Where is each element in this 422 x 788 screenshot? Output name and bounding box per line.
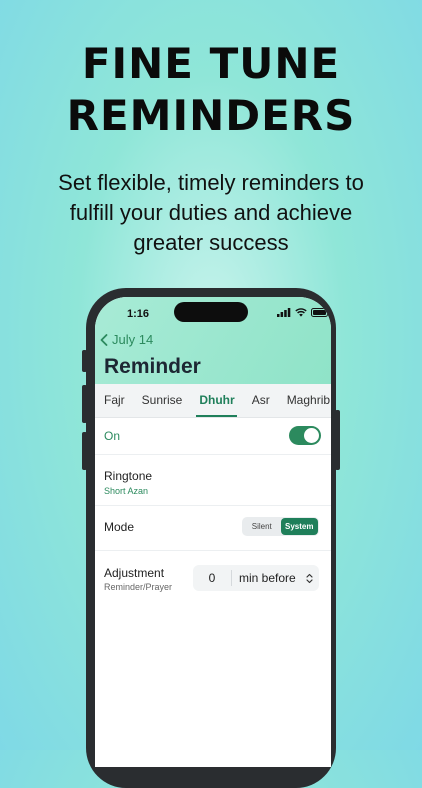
on-row: On [95,418,331,455]
phone-side-button-power [335,410,340,470]
back-button[interactable]: July 14 [100,332,153,347]
ringtone-label: Ringtone [104,469,153,483]
phone-side-button-volume-down [82,432,87,470]
tab-sunrise[interactable]: Sunrise [133,384,191,417]
tab-dhuhr[interactable]: Dhuhr [190,384,242,417]
adjustment-row: Adjustment Reminder/Prayer 0 min before [95,551,331,607]
headline-line-1: FINE TUNE [81,39,341,88]
header-area: 1:16 July 14 Reminder [95,297,331,384]
tab-fajr[interactable]: Fajr [95,384,133,417]
signal-icon [277,307,291,317]
wifi-icon [295,307,307,317]
back-label: July 14 [112,332,154,347]
battery-icon [311,307,330,317]
on-label: On [104,429,121,443]
adjustment-unit-label: min before [239,571,296,585]
phone-side-button-mute [82,350,87,372]
mode-segmented-control: Silent System [242,517,319,536]
phone-screen: 1:16 July 14 Reminder Fajr Sunrise Dhuhr… [95,297,331,767]
promo-headline: FINE TUNE REMINDERS [0,38,422,142]
subtitle-line-1: Set flexible, timely reminders to [58,170,364,195]
tab-maghrib[interactable]: Maghrib [278,384,331,417]
mode-label: Mode [104,520,135,534]
adjustment-value-input[interactable]: 0 [193,570,232,586]
on-toggle[interactable] [289,426,321,445]
mode-option-system[interactable]: System [280,518,318,535]
adjustment-control: 0 min before [193,565,319,591]
toggle-knob [304,428,319,443]
tab-asr[interactable]: Asr [243,384,278,417]
subtitle-line-3: greater success [133,230,289,255]
ringtone-value: Short Azan [104,486,149,496]
chevron-left-icon [100,333,108,346]
chevron-up-down-icon [306,573,313,583]
mode-option-silent[interactable]: Silent [243,518,281,535]
adjustment-label: Adjustment [104,566,165,580]
promo-subtitle: Set flexible, timely reminders to fulfil… [20,168,402,258]
subtitle-line-2: fulfill your duties and achieve [69,200,353,225]
status-icons [277,307,331,317]
adjustment-unit-picker[interactable]: min before [232,571,319,585]
prayer-tabs: Fajr Sunrise Dhuhr Asr Maghrib [95,384,331,418]
page-title: Reminder [104,355,201,378]
phone-side-button-volume-up [82,385,87,423]
status-time: 1:16 [127,308,150,320]
dynamic-island [174,302,248,322]
ringtone-row[interactable]: Ringtone Short Azan [95,455,331,506]
mode-row: Mode Silent System [95,506,331,551]
headline-line-2: REMINDERS [66,91,356,140]
adjustment-sub-label: Reminder/Prayer [104,582,173,592]
